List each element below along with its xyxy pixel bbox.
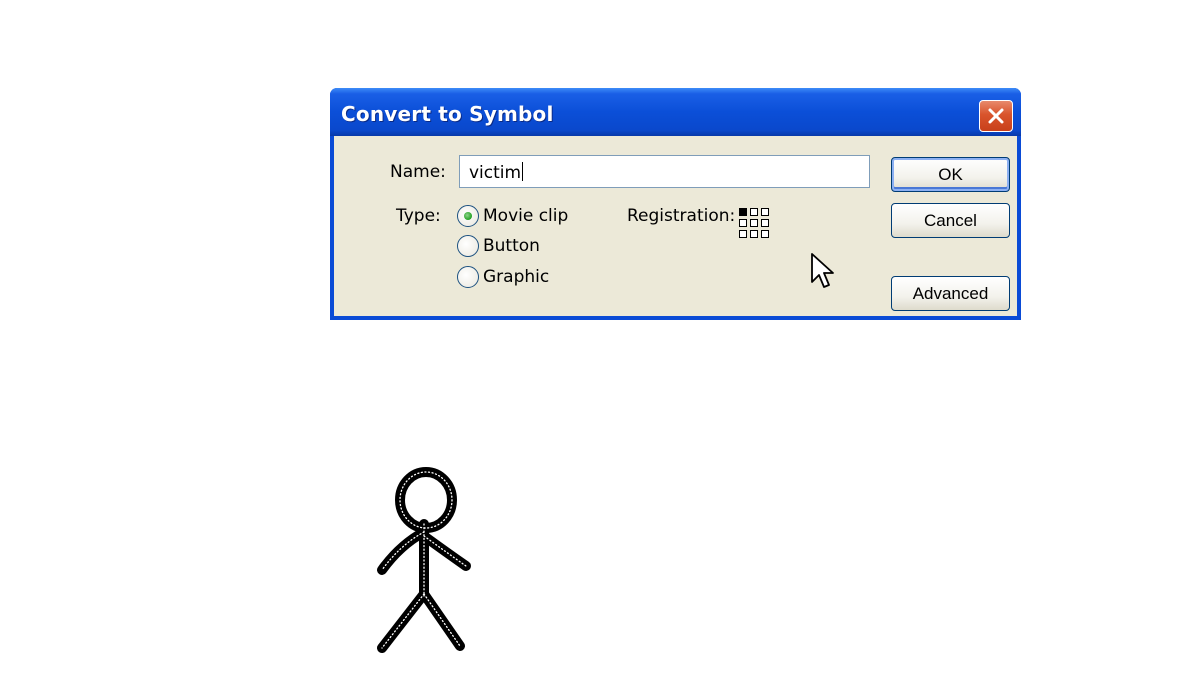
name-label: Name:	[390, 162, 446, 182]
radio-button[interactable]	[457, 235, 479, 257]
radio-movie-clip[interactable]	[457, 205, 479, 227]
name-input-value: victim	[469, 163, 522, 183]
dialog-titlebar[interactable]: Convert to Symbol	[330, 88, 1021, 136]
type-label: Type:	[396, 206, 441, 226]
registration-cell-center[interactable]	[750, 219, 758, 227]
ok-button[interactable]: OK	[891, 157, 1010, 192]
radio-graphic[interactable]	[457, 266, 479, 288]
name-input[interactable]: victim	[459, 155, 870, 188]
stick-figure	[377, 467, 471, 653]
registration-cell-top-left[interactable]	[739, 208, 747, 216]
registration-grid-icon[interactable]	[739, 208, 773, 242]
dialog-title: Convert to Symbol	[341, 102, 554, 126]
close-icon	[988, 108, 1004, 124]
registration-cell-top-center[interactable]	[750, 208, 758, 216]
radio-button-label[interactable]: Button	[483, 236, 540, 256]
text-caret	[522, 162, 524, 181]
registration-label: Registration:	[627, 206, 736, 226]
registration-cell-bottom-left[interactable]	[739, 230, 747, 238]
registration-cell-top-right[interactable]	[761, 208, 769, 216]
registration-cell-middle-right[interactable]	[761, 219, 769, 227]
mouse-pointer-icon	[811, 253, 834, 288]
registration-cell-bottom-right[interactable]	[761, 230, 769, 238]
close-button[interactable]	[979, 100, 1013, 132]
registration-cell-bottom-center[interactable]	[750, 230, 758, 238]
registration-cell-middle-left[interactable]	[739, 219, 747, 227]
convert-to-symbol-dialog: Convert to Symbol Name: victim Type: Mov…	[330, 88, 1021, 320]
radio-movie-clip-label[interactable]: Movie clip	[483, 206, 568, 226]
radio-graphic-label[interactable]: Graphic	[483, 267, 549, 287]
cancel-button[interactable]: Cancel	[891, 203, 1010, 238]
dialog-body: Name: victim Type: Movie clip Button Gra…	[334, 136, 1017, 316]
advanced-button[interactable]: Advanced	[891, 276, 1010, 311]
